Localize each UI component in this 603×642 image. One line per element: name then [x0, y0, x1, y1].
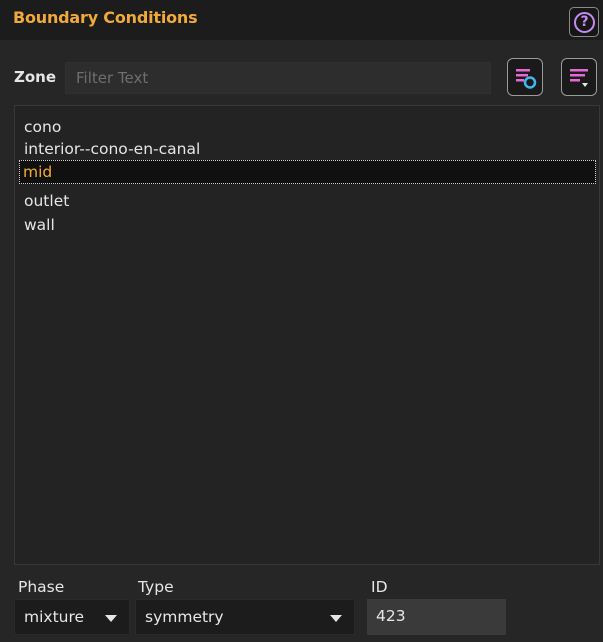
zone-item-interior-cono-en-canal[interactable]: interior--cono-en-canal: [24, 137, 200, 161]
zone-list[interactable]: cono interior--cono-en-canal mid outlet …: [14, 105, 600, 565]
help-icon: ?: [574, 12, 595, 33]
zone-item-cono[interactable]: cono: [24, 115, 61, 139]
filter-list-menu-icon: [570, 69, 588, 87]
type-value: symmetry: [145, 608, 224, 626]
filter-search-button[interactable]: [507, 58, 543, 96]
id-label: ID: [371, 578, 388, 596]
type-dropdown[interactable]: symmetry: [135, 599, 355, 635]
zone-item-mid[interactable]: mid: [19, 160, 596, 184]
boundary-conditions-panel: Boundary Conditions ? Zone cono interior…: [0, 0, 603, 642]
phase-label: Phase: [18, 578, 65, 596]
help-button[interactable]: ?: [569, 7, 599, 37]
panel-header: Boundary Conditions ?: [0, 0, 603, 40]
caret-down-icon: [330, 615, 342, 622]
zone-item-wall[interactable]: wall: [24, 213, 55, 237]
id-field[interactable]: 423: [367, 599, 506, 635]
id-value: 423: [376, 607, 406, 625]
phase-value: mixture: [24, 608, 85, 626]
filter-menu-button[interactable]: [561, 58, 597, 96]
type-label: Type: [138, 578, 174, 596]
filter-list-search-icon: [516, 69, 537, 89]
zone-label: Zone: [14, 68, 57, 86]
caret-down-icon: [105, 615, 117, 622]
zone-filter-input[interactable]: [65, 62, 491, 94]
panel-title: Boundary Conditions: [13, 8, 198, 27]
zone-item-outlet[interactable]: outlet: [24, 189, 69, 213]
phase-dropdown[interactable]: mixture: [14, 599, 130, 635]
